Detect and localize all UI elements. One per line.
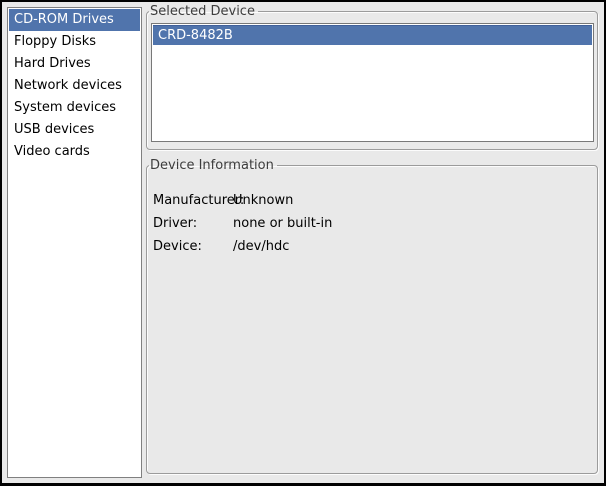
- sidebar-item-usb-devices[interactable]: USB devices: [9, 119, 140, 141]
- sidebar-item-floppy-disks[interactable]: Floppy Disks: [9, 31, 140, 53]
- selected-device-frame: Selected Device CRD-8482B: [146, 4, 598, 150]
- selected-device-frame-title: Selected Device: [149, 4, 258, 19]
- selected-device-list: CRD-8482B: [151, 23, 594, 142]
- driver-label: Driver:: [153, 212, 233, 235]
- hardware-browser-window: CD-ROM Drives Floppy Disks Hard Drives N…: [0, 0, 606, 486]
- sidebar-item-cdrom-drives[interactable]: CD-ROM Drives: [9, 9, 140, 31]
- device-category-list: CD-ROM Drives Floppy Disks Hard Drives N…: [7, 7, 142, 478]
- info-row-manufacturer: Manufacturer: Unknown: [153, 189, 332, 212]
- driver-value: none or built-in: [233, 212, 332, 235]
- info-row-driver: Driver: none or built-in: [153, 212, 332, 235]
- device-row-crd-8482b[interactable]: CRD-8482B: [153, 25, 592, 45]
- sidebar-item-hard-drives[interactable]: Hard Drives: [9, 53, 140, 75]
- manufacturer-value: Unknown: [233, 189, 293, 212]
- device-information-frame: Device Information Manufacturer: Unknown…: [146, 158, 598, 474]
- device-information-grid: Manufacturer: Unknown Driver: none or bu…: [153, 189, 332, 258]
- info-row-device: Device: /dev/hdc: [153, 235, 332, 258]
- sidebar-item-video-cards[interactable]: Video cards: [9, 141, 140, 163]
- manufacturer-label: Manufacturer:: [153, 189, 233, 212]
- sidebar-item-system-devices[interactable]: System devices: [9, 97, 140, 119]
- device-information-frame-title: Device Information: [149, 158, 277, 173]
- device-label: Device:: [153, 235, 233, 258]
- device-value: /dev/hdc: [233, 235, 289, 258]
- sidebar-item-network-devices[interactable]: Network devices: [9, 75, 140, 97]
